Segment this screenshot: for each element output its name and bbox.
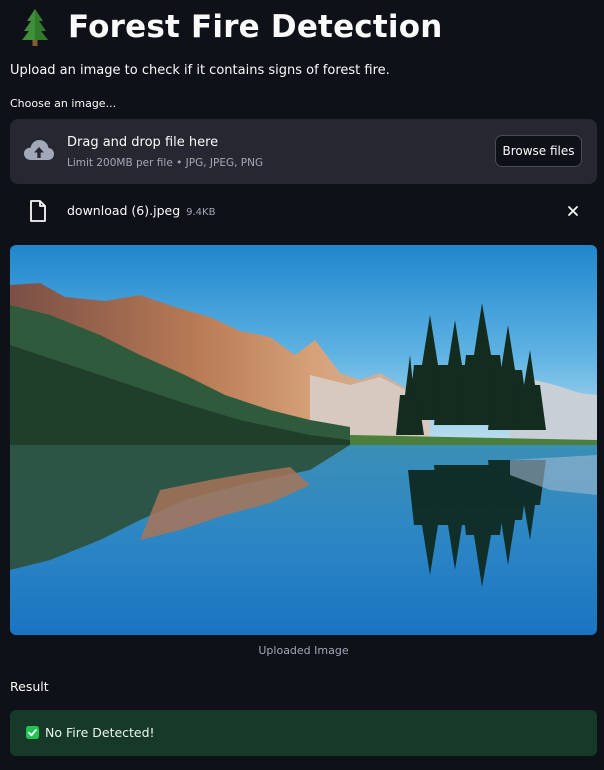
file-icon	[30, 200, 46, 222]
browse-files-button[interactable]: Browse files	[495, 135, 582, 167]
uploader-label: Choose an image...	[10, 97, 117, 110]
dropzone-limit: Limit 200MB per file • JPG, JPEG, PNG	[67, 157, 264, 169]
result-label: Result	[10, 679, 49, 694]
file-size: 9.4KB	[186, 207, 216, 218]
result-alert: No Fire Detected!	[10, 710, 597, 756]
file-name: download (6).jpeg 9.4KB	[67, 203, 215, 218]
close-icon[interactable]	[566, 204, 580, 218]
evergreen-tree-icon	[22, 9, 48, 46]
file-dropzone[interactable]: Drag and drop file here Limit 200MB per …	[10, 119, 597, 184]
uploaded-image	[10, 245, 597, 635]
page-description: Upload an image to check if it contains …	[10, 63, 390, 78]
uploaded-file-row: download (6).jpeg 9.4KB	[10, 196, 597, 226]
cloud-upload-icon	[24, 140, 54, 160]
page-title: Forest Fire Detection	[68, 9, 443, 45]
image-caption: Uploaded Image	[258, 644, 349, 657]
lake-landscape-image	[10, 245, 597, 635]
dropzone-title: Drag and drop file here	[67, 135, 219, 150]
check-box-icon	[26, 726, 39, 739]
result-message: No Fire Detected!	[45, 725, 155, 740]
file-name-text: download (6).jpeg	[67, 203, 181, 218]
page-title-row: Forest Fire Detection	[20, 6, 443, 48]
